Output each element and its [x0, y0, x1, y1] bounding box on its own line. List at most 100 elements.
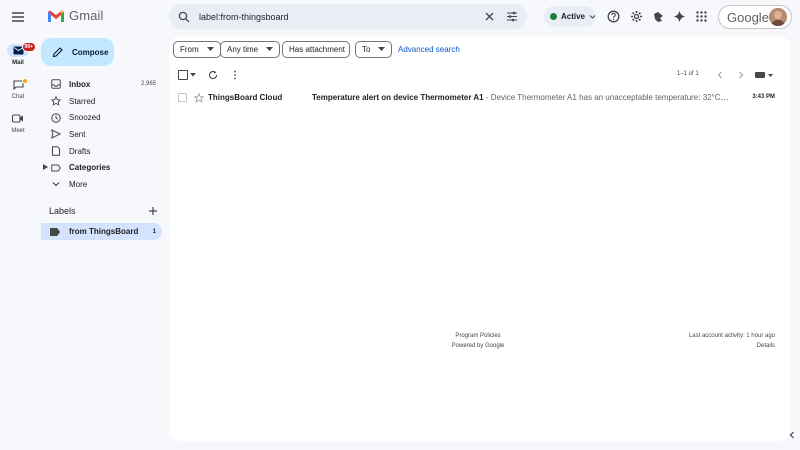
collapse-side-panel-icon[interactable] [787, 430, 797, 440]
advanced-search-link[interactable]: Advanced search [398, 45, 460, 54]
avatar [769, 8, 787, 26]
gmail-m-icon [48, 10, 64, 22]
chip-label: Has attachment [289, 45, 346, 54]
filter-chip-any-time[interactable]: Any time [220, 41, 281, 58]
program-policies-link[interactable]: Program Policies [433, 331, 523, 341]
mail-icon: 99+ [7, 42, 36, 57]
rail-meet[interactable]: Meet [0, 112, 36, 134]
chip-label: From [180, 45, 199, 54]
status-label: Active [560, 12, 585, 21]
nav-item-label: Inbox [69, 79, 91, 89]
filter-chip-to[interactable]: To [355, 41, 393, 58]
settings-gear-icon[interactable] [630, 10, 643, 23]
status-selector[interactable]: Active [544, 6, 596, 27]
label-tag-icon [51, 164, 61, 172]
main-menu-button[interactable] [9, 8, 27, 26]
rail-mail[interactable]: 99+ Mail [0, 42, 36, 66]
expand-arrow-icon[interactable] [43, 164, 48, 171]
help-icon[interactable] [607, 10, 620, 23]
select-all-checkbox[interactable] [178, 70, 188, 80]
inbox-count: 2,965 [140, 81, 156, 88]
nav-item-label: Drafts [69, 146, 91, 156]
nav-item-snoozed[interactable]: Snoozed [41, 109, 166, 126]
keyboard-input-icon[interactable] [754, 71, 774, 79]
email-row[interactable]: ThingsBoard Cloud Temperature alert on d… [169, 89, 791, 107]
chat-notification-dot [22, 78, 28, 84]
label-item-from-thingsboard[interactable]: from ThingsBoard 1 [41, 223, 162, 240]
nav-item-sent[interactable]: Sent [41, 126, 166, 143]
footer-right: Last account activity: 1 hour ago Detail… [689, 331, 775, 351]
add-label-plus-icon[interactable] [148, 206, 158, 216]
draft-file-icon [52, 146, 60, 156]
select-dropdown-icon[interactable] [190, 73, 196, 77]
compose-button[interactable]: Compose [41, 38, 114, 66]
app-name: Gmail [69, 8, 104, 23]
inbox-icon [51, 79, 61, 90]
refresh-icon[interactable] [208, 70, 218, 80]
nav-item-label: Categories [69, 163, 111, 173]
powered-by-text: Powered by Google [451, 343, 505, 349]
rail-mail-label: Mail [12, 60, 24, 66]
footer-center: Program Policies Powered by Google [433, 331, 523, 351]
search-input[interactable] [199, 11, 469, 22]
chevron-left-icon[interactable] [715, 70, 725, 80]
apps-grid-icon[interactable] [695, 10, 708, 23]
rail-chat-label: Chat [11, 94, 25, 100]
filter-chip-has-attachment[interactable]: Has attachment [282, 41, 350, 58]
status-dot [550, 13, 557, 20]
caret-down-icon [206, 47, 214, 51]
pencil-icon [52, 46, 63, 57]
email-snippet: Device Thermometer A1 has an unacceptabl… [490, 93, 729, 102]
filter-chip-from[interactable]: From [173, 41, 221, 58]
star-icon[interactable] [194, 93, 204, 103]
send-icon [51, 129, 61, 140]
nav-item-starred[interactable]: Starred [41, 93, 166, 110]
star-icon [51, 96, 61, 106]
nav-item-drafts[interactable]: Drafts [41, 143, 166, 160]
rail-chat[interactable]: Chat [0, 78, 36, 100]
nav-item-label: Sent [69, 129, 86, 139]
video-camera-icon [10, 112, 26, 125]
caret-down-icon [378, 47, 386, 51]
chevron-right-icon[interactable] [736, 70, 746, 80]
label-tag-icon [50, 227, 60, 236]
nav-item-label: Starred [69, 96, 96, 106]
compose-label: Compose [72, 47, 109, 57]
rail-meet-label: Meet [11, 128, 25, 134]
email-separator: - [483, 93, 491, 102]
clear-search-icon[interactable] [484, 11, 495, 22]
email-time: 3:43 PM [752, 94, 775, 100]
pagination-text: 1–1 of 1 [677, 71, 699, 77]
caret-down-icon [266, 47, 274, 51]
nav-item-label: Snoozed [69, 113, 101, 123]
gmail-logo[interactable]: Gmail [47, 8, 103, 23]
labels-heading: Labels [49, 206, 76, 216]
nav-item-categories[interactable]: Categories [41, 159, 166, 176]
account-switcher[interactable]: Google [718, 5, 792, 29]
chat-icon [10, 78, 28, 91]
nav-item-inbox[interactable]: Inbox 2,965 [41, 76, 166, 93]
search-icon[interactable] [178, 11, 190, 23]
gemini-sparkle-icon[interactable] [673, 10, 686, 23]
email-subject: Temperature alert on device Thermometer … [312, 93, 484, 102]
chevron-down-icon [52, 182, 60, 187]
nav-item-label: More [69, 179, 88, 189]
search-options-icon[interactable] [506, 11, 518, 22]
email-checkbox[interactable] [178, 93, 187, 102]
details-link[interactable]: Details [689, 341, 775, 351]
search-bar[interactable] [169, 4, 527, 29]
clock-icon [51, 113, 61, 123]
label-name: from ThingsBoard [69, 227, 139, 236]
google-brand-text: Google [727, 9, 769, 25]
add-ons-icon[interactable] [652, 10, 665, 23]
hamburger-icon [12, 12, 24, 22]
label-count: 1 [152, 228, 156, 235]
chip-label: To [362, 45, 371, 54]
folder-nav: Inbox 2,965 Starred Snoozed Sent Drafts … [41, 76, 166, 193]
unread-badge: 99+ [21, 42, 36, 52]
more-vert-icon[interactable] [230, 70, 240, 80]
chevron-down-icon [589, 15, 596, 19]
email-sender: ThingsBoard Cloud [208, 93, 283, 102]
nav-item-more[interactable]: More [41, 176, 166, 193]
last-activity-text: Last account activity: 1 hour ago [688, 333, 775, 339]
